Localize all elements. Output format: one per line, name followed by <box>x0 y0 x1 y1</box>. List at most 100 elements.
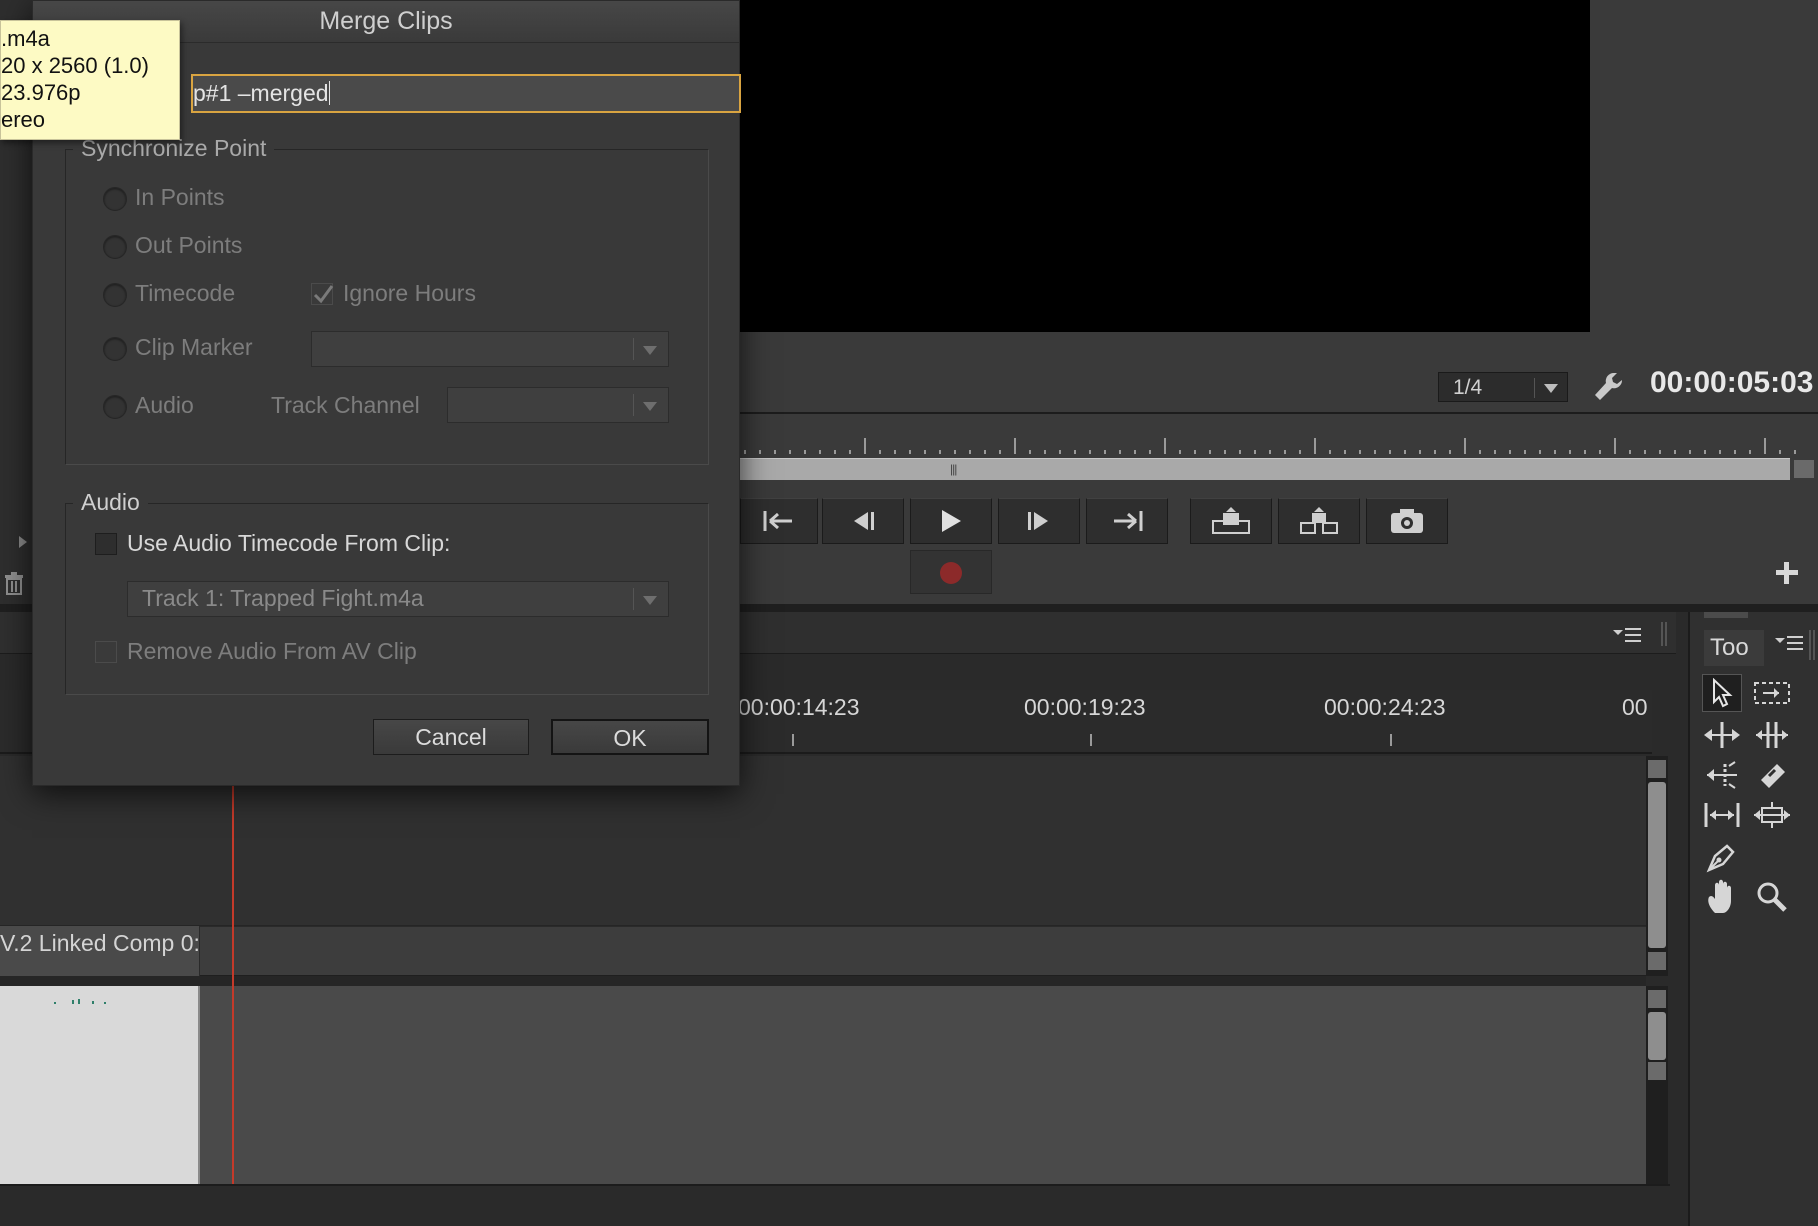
panel-menu-icon[interactable] <box>1774 634 1804 652</box>
expand-arrow-icon[interactable] <box>14 532 32 552</box>
monitor-time-ruler[interactable] <box>740 432 1810 460</box>
track-select-icon <box>1754 682 1790 704</box>
use-audio-timecode-checkbox[interactable] <box>95 533 117 555</box>
ignore-hours-checkbox[interactable] <box>311 283 334 305</box>
ruler-tick <box>1344 450 1346 454</box>
ruler-tick <box>1284 450 1286 454</box>
cancel-button[interactable]: Cancel <box>373 719 529 755</box>
program-monitor: 1/4 00:00:05:03 ||| <box>740 0 1818 612</box>
razor-icon <box>1761 764 1785 788</box>
clip-name-input[interactable]: p#1 –merged <box>191 74 741 113</box>
selection-tool[interactable] <box>1702 674 1742 712</box>
ruler-tick <box>1764 438 1766 454</box>
slip-tool[interactable] <box>1702 796 1742 834</box>
divider <box>740 412 1818 414</box>
track-scrollbar-track[interactable] <box>1646 1084 1668 1184</box>
playhead-timecode[interactable]: 00:00:05:03 <box>1650 366 1813 400</box>
extract-button[interactable] <box>1278 498 1360 544</box>
time-label: 00:00:19:23 <box>1024 694 1146 720</box>
ruler-tick <box>1194 450 1196 454</box>
monitor-zoom-scrollbar[interactable]: ||| <box>740 458 1790 480</box>
ruler-tick <box>999 450 1001 454</box>
ruler-tick <box>1599 450 1601 454</box>
audio-clip[interactable] <box>0 986 200 1184</box>
tools-panel: Too <box>1688 612 1818 1226</box>
remove-audio-label: Remove Audio From AV Clip <box>127 638 417 664</box>
playhead-line[interactable] <box>232 786 234 1184</box>
go-to-in-button[interactable] <box>740 498 818 544</box>
rate-stretch-tool[interactable] <box>1702 756 1742 794</box>
video-frame <box>740 0 1590 332</box>
chevron-down-icon <box>643 402 657 411</box>
wrench-icon[interactable] <box>1592 370 1624 404</box>
lift-button[interactable] <box>1190 498 1272 544</box>
ruler-tick <box>1419 450 1421 454</box>
timecode-label: Timecode <box>135 280 236 306</box>
ruler-tick <box>1734 450 1736 454</box>
step-back-button[interactable] <box>822 498 904 544</box>
arrow-cursor-icon <box>1713 678 1733 708</box>
audio-track-area[interactable] <box>0 986 1646 1184</box>
ripple-edit-tool[interactable] <box>1702 716 1742 754</box>
ruler-tick <box>969 450 971 454</box>
clip-marker-dropdown[interactable] <box>311 331 669 367</box>
in-points-radio[interactable] <box>103 187 127 211</box>
rolling-edit-tool[interactable] <box>1752 716 1792 754</box>
time-label: 00 <box>1622 694 1648 720</box>
play-button[interactable] <box>910 498 992 544</box>
track-select-tool[interactable] <box>1752 674 1792 712</box>
audio-track-dropdown[interactable]: Track 1: Trapped Fight.m4a <box>127 581 669 617</box>
slip-icon <box>1704 803 1740 827</box>
ruler-tick <box>1149 450 1151 454</box>
step-forward-button[interactable] <box>998 498 1080 544</box>
tools-panel-tab[interactable]: Too <box>1704 630 1764 666</box>
zoom-level-select[interactable]: 1/4 <box>1438 372 1568 402</box>
track-channel-dropdown[interactable] <box>447 387 669 423</box>
out-points-radio[interactable] <box>103 235 127 259</box>
export-frame-button[interactable] <box>1366 498 1448 544</box>
zoom-tool[interactable] <box>1752 878 1792 916</box>
ruler-tick <box>1704 450 1706 454</box>
remove-audio-checkbox[interactable] <box>95 641 117 663</box>
ripple-edit-icon <box>1704 722 1740 748</box>
slide-tool[interactable] <box>1752 796 1792 834</box>
ruler-tick <box>1749 450 1751 454</box>
clip-marker-label: Clip Marker <box>135 334 253 360</box>
ruler-tick <box>1794 450 1796 454</box>
timeline-horizontal-scrollbar[interactable] <box>0 1184 1670 1226</box>
linked-clip-label: V.2 Linked Comp 0: <box>0 930 200 956</box>
track-scrollbar-lower[interactable] <box>1646 986 1668 1084</box>
panel-menu-icon[interactable] <box>1612 626 1642 644</box>
go-to-out-button[interactable] <box>1086 498 1168 544</box>
audio-radio[interactable] <box>103 395 127 419</box>
ruler-tick <box>1509 450 1511 454</box>
scrollbar-end-cap[interactable] <box>1794 460 1814 478</box>
add-button-icon[interactable] <box>1772 558 1802 588</box>
ok-button[interactable]: OK <box>551 719 709 755</box>
trash-icon[interactable] <box>2 570 26 596</box>
ruler-tick <box>1044 450 1046 454</box>
hand-icon <box>1708 879 1731 913</box>
timecode-radio[interactable] <box>103 283 127 307</box>
rate-stretch-icon <box>1707 761 1737 789</box>
tooltip-line: .m4a <box>1 26 50 51</box>
ruler-tick <box>1314 438 1316 454</box>
panel-grip-icon[interactable] <box>1660 622 1668 646</box>
ruler-tick <box>819 450 821 454</box>
record-button[interactable] <box>910 550 992 594</box>
panel-grip[interactable] <box>1704 612 1748 618</box>
panel-grip-icon[interactable] <box>1808 630 1816 660</box>
ruler-tick <box>1584 450 1586 454</box>
ruler-tick <box>909 450 911 454</box>
ruler-tick <box>1614 438 1616 454</box>
ruler-tick <box>789 450 791 454</box>
track-scrollbar-upper[interactable] <box>1646 756 1668 976</box>
pen-tool[interactable] <box>1702 838 1742 876</box>
hand-tool[interactable] <box>1702 878 1742 916</box>
clip-marker-radio[interactable] <box>103 337 127 361</box>
video-track-row[interactable] <box>0 926 1646 976</box>
razor-tool[interactable] <box>1752 756 1792 794</box>
ruler-tick <box>1449 450 1451 454</box>
chevron-down-icon <box>1544 384 1558 393</box>
track-divider[interactable] <box>0 976 1646 986</box>
